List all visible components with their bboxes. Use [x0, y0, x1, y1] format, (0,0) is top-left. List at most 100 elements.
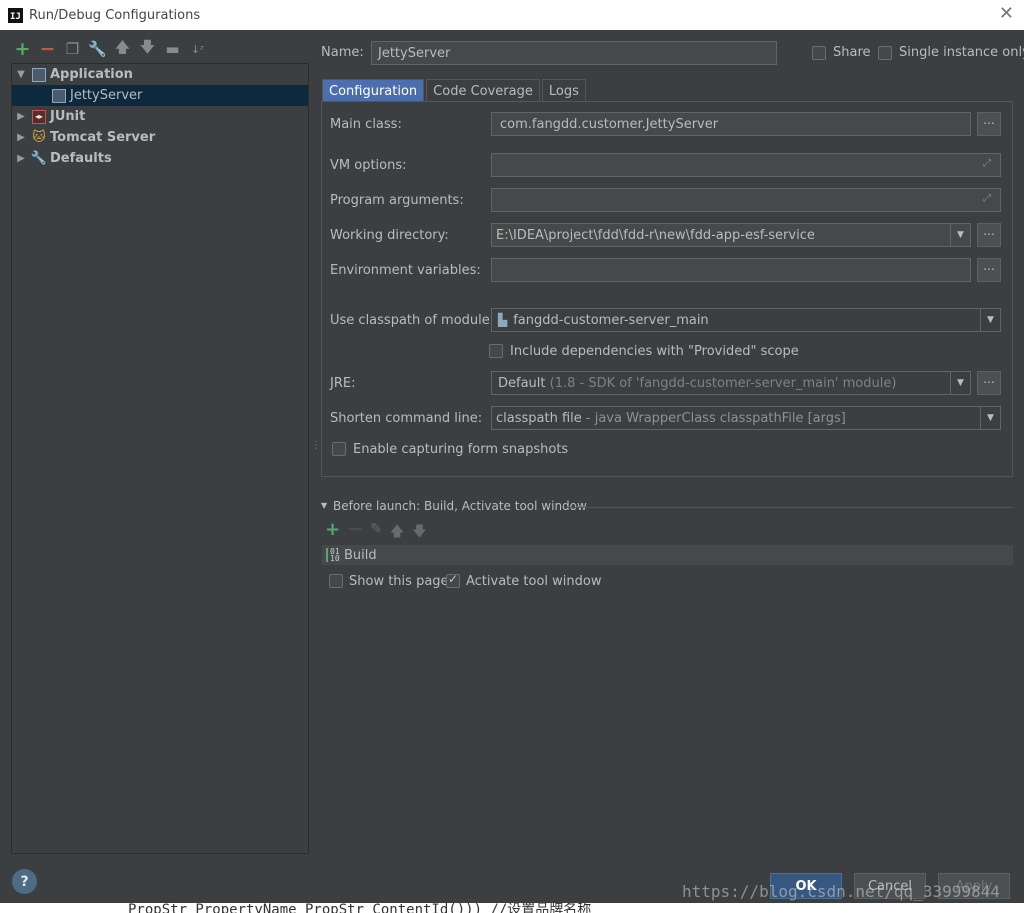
name-input[interactable]: JettyServer	[371, 41, 777, 65]
help-button[interactable]: ?	[12, 869, 37, 894]
include-provided-checkbox[interactable]	[489, 344, 503, 358]
tree-item-junit[interactable]: ▶ ◂▸ JUnit	[12, 106, 308, 127]
application-icon	[32, 67, 46, 82]
before-launch-title[interactable]: Before launch: Build, Activate tool wind…	[333, 499, 587, 513]
chevron-down-icon[interactable]: ▼	[950, 372, 970, 394]
share-label: Share	[833, 45, 871, 60]
program-arguments-label: Program arguments:	[330, 193, 464, 208]
jre-value-wrap: Default (1.8 - SDK of 'fangdd-customer-s…	[492, 376, 950, 391]
add-icon[interactable]: +	[325, 521, 340, 545]
tab-code-coverage[interactable]: Code Coverage	[426, 79, 540, 102]
name-label: Name:	[321, 45, 364, 60]
include-provided-label: Include dependencies with "Provided" sco…	[510, 344, 799, 359]
collapse-arrow-icon[interactable]: ▼	[321, 501, 327, 510]
single-instance-label: Single instance only	[899, 45, 1024, 60]
add-icon[interactable]: +	[12, 38, 33, 60]
remove-icon[interactable]: —	[348, 521, 362, 545]
jre-combo[interactable]: Default (1.8 - SDK of 'fangdd-customer-s…	[491, 371, 971, 395]
title-bar: IJ Run/Debug Configurations ✕	[0, 0, 1024, 30]
expand-icon[interactable]: ⤢	[983, 193, 991, 204]
activate-tool-window-label: Activate tool window	[466, 574, 602, 589]
tree-item-defaults[interactable]: ▶ 🔧 Defaults	[12, 148, 308, 169]
chevron-down-icon[interactable]: ▼	[950, 224, 970, 246]
working-directory-value: E:\IDEA\project\fdd\fdd-r\new\fdd-app-es…	[496, 227, 815, 243]
capture-snapshots-label: Enable capturing form snapshots	[353, 442, 569, 457]
working-directory-combo[interactable]: E:\IDEA\project\fdd\fdd-r\new\fdd-app-es…	[491, 223, 971, 247]
config-tabs: Configuration Code Coverage Logs	[322, 79, 588, 102]
main-class-browse-button[interactable]: ...	[977, 112, 1001, 136]
classpath-module-label: Use classpath of module:	[330, 313, 495, 328]
working-directory-label: Working directory:	[330, 228, 449, 243]
main-class-label: Main class:	[330, 117, 402, 132]
before-launch-task-label: Build	[344, 547, 377, 563]
splitter-handle[interactable]: ⋮	[311, 440, 321, 451]
tree-item-label: Defaults	[50, 151, 112, 166]
chevron-down-icon[interactable]: ▼	[980, 309, 1000, 331]
config-toolbar: + − ❐ 🔧 🡅 🡇 ▬ ↓ᶻ	[12, 38, 208, 61]
jre-detail: (1.8 - SDK of 'fangdd-customer-server_ma…	[549, 375, 897, 391]
tree-item-label: Application	[50, 67, 133, 82]
environment-variables-label: Environment variables:	[330, 263, 481, 278]
before-launch-divider	[566, 507, 1013, 508]
collapsed-arrow-icon[interactable]: ▶	[14, 153, 28, 164]
tab-configuration[interactable]: Configuration	[322, 79, 425, 102]
folder-icon[interactable]: ▬	[162, 39, 183, 60]
expanded-arrow-icon[interactable]: ▼	[14, 69, 28, 80]
tree-item-label: Tomcat Server	[50, 130, 156, 145]
junit-icon: ◂▸	[32, 109, 46, 124]
environment-variables-input[interactable]	[491, 258, 971, 282]
build-icon: 01 10	[326, 548, 340, 563]
background-code-strip: PropStr PropertyName PropStr ContentId()…	[0, 903, 1024, 913]
capture-snapshots-checkbox[interactable]	[332, 442, 346, 456]
before-launch-toolbar: + — ✎ 🡅 🡇	[325, 521, 427, 545]
watermark-text: https://blog.csdn.net/qq_33999844	[682, 882, 1000, 901]
tab-logs[interactable]: Logs	[541, 79, 586, 102]
wrench-icon[interactable]: 🔧	[87, 39, 108, 60]
arrow-down-icon[interactable]: 🡇	[412, 521, 426, 545]
copy-icon[interactable]: ❐	[62, 39, 83, 60]
vm-options-input[interactable]	[491, 153, 1001, 177]
shorten-cmd-value-wrap: classpath file - java WrapperClass class…	[492, 411, 980, 426]
working-directory-browse-button[interactable]: ...	[977, 223, 1001, 247]
background-code-text: PropStr PropertyName PropStr ContentId()…	[128, 903, 592, 913]
show-this-page-label: Show this page	[349, 574, 449, 589]
show-this-page-checkbox[interactable]	[329, 574, 343, 588]
close-icon[interactable]: ✕	[999, 5, 1014, 23]
classpath-module-value: fangdd-customer-server_main	[513, 312, 709, 328]
jre-browse-button[interactable]: ...	[977, 371, 1001, 395]
classpath-module-combo[interactable]: ▙ fangdd-customer-server_main ▼	[491, 308, 1001, 332]
jre-label: JRE:	[330, 376, 356, 391]
collapsed-arrow-icon[interactable]: ▶	[14, 111, 28, 122]
jre-value: Default	[498, 375, 546, 391]
tree-item-application[interactable]: ▼ Application	[12, 64, 308, 85]
remove-icon[interactable]: −	[37, 38, 58, 60]
share-checkbox[interactable]	[812, 46, 826, 60]
tree-item-label: JUnit	[50, 109, 86, 124]
window-title: Run/Debug Configurations	[29, 7, 201, 23]
tree-item-tomcat-server[interactable]: ▶ 🐱 Tomcat Server	[12, 127, 308, 148]
shorten-cmd-label: Shorten command line:	[330, 411, 483, 426]
main-class-input[interactable]: com.fangdd.customer.JettyServer	[491, 112, 971, 136]
single-instance-checkbox[interactable]	[878, 46, 892, 60]
sort-icon[interactable]: ↓ᶻ	[187, 39, 208, 60]
collapsed-arrow-icon[interactable]: ▶	[14, 132, 28, 143]
intellij-logo-icon: IJ	[8, 7, 23, 23]
tree-item-label: JettyServer	[70, 88, 143, 103]
tomcat-icon: 🐱	[32, 130, 46, 145]
environment-variables-browse-button[interactable]: ...	[977, 258, 1001, 282]
shorten-cmd-detail: - java WrapperClass classpathFile [args]	[585, 410, 846, 426]
chevron-down-icon[interactable]: ▼	[980, 407, 1000, 429]
arrow-up-icon[interactable]: 🡅	[112, 38, 133, 60]
arrow-up-icon[interactable]: 🡅	[390, 521, 404, 545]
configuration-tree: ▼ Application JettyServer ▶ ◂▸ JUnit ▶ 🐱…	[11, 63, 309, 854]
tree-item-jettyserver[interactable]: JettyServer	[12, 85, 308, 106]
activate-tool-window-checkbox[interactable]	[446, 572, 460, 588]
edit-icon[interactable]: ✎	[370, 521, 382, 545]
program-arguments-input[interactable]	[491, 188, 1001, 212]
arrow-down-icon[interactable]: 🡇	[137, 38, 158, 60]
shorten-cmd-value: classpath file	[496, 410, 582, 426]
shorten-cmd-combo[interactable]: classpath file - java WrapperClass class…	[491, 406, 1001, 430]
before-launch-task-row[interactable]: 01 10 Build	[322, 545, 1013, 565]
expand-icon[interactable]: ⤢	[983, 158, 991, 169]
defaults-icon: 🔧	[30, 151, 48, 166]
